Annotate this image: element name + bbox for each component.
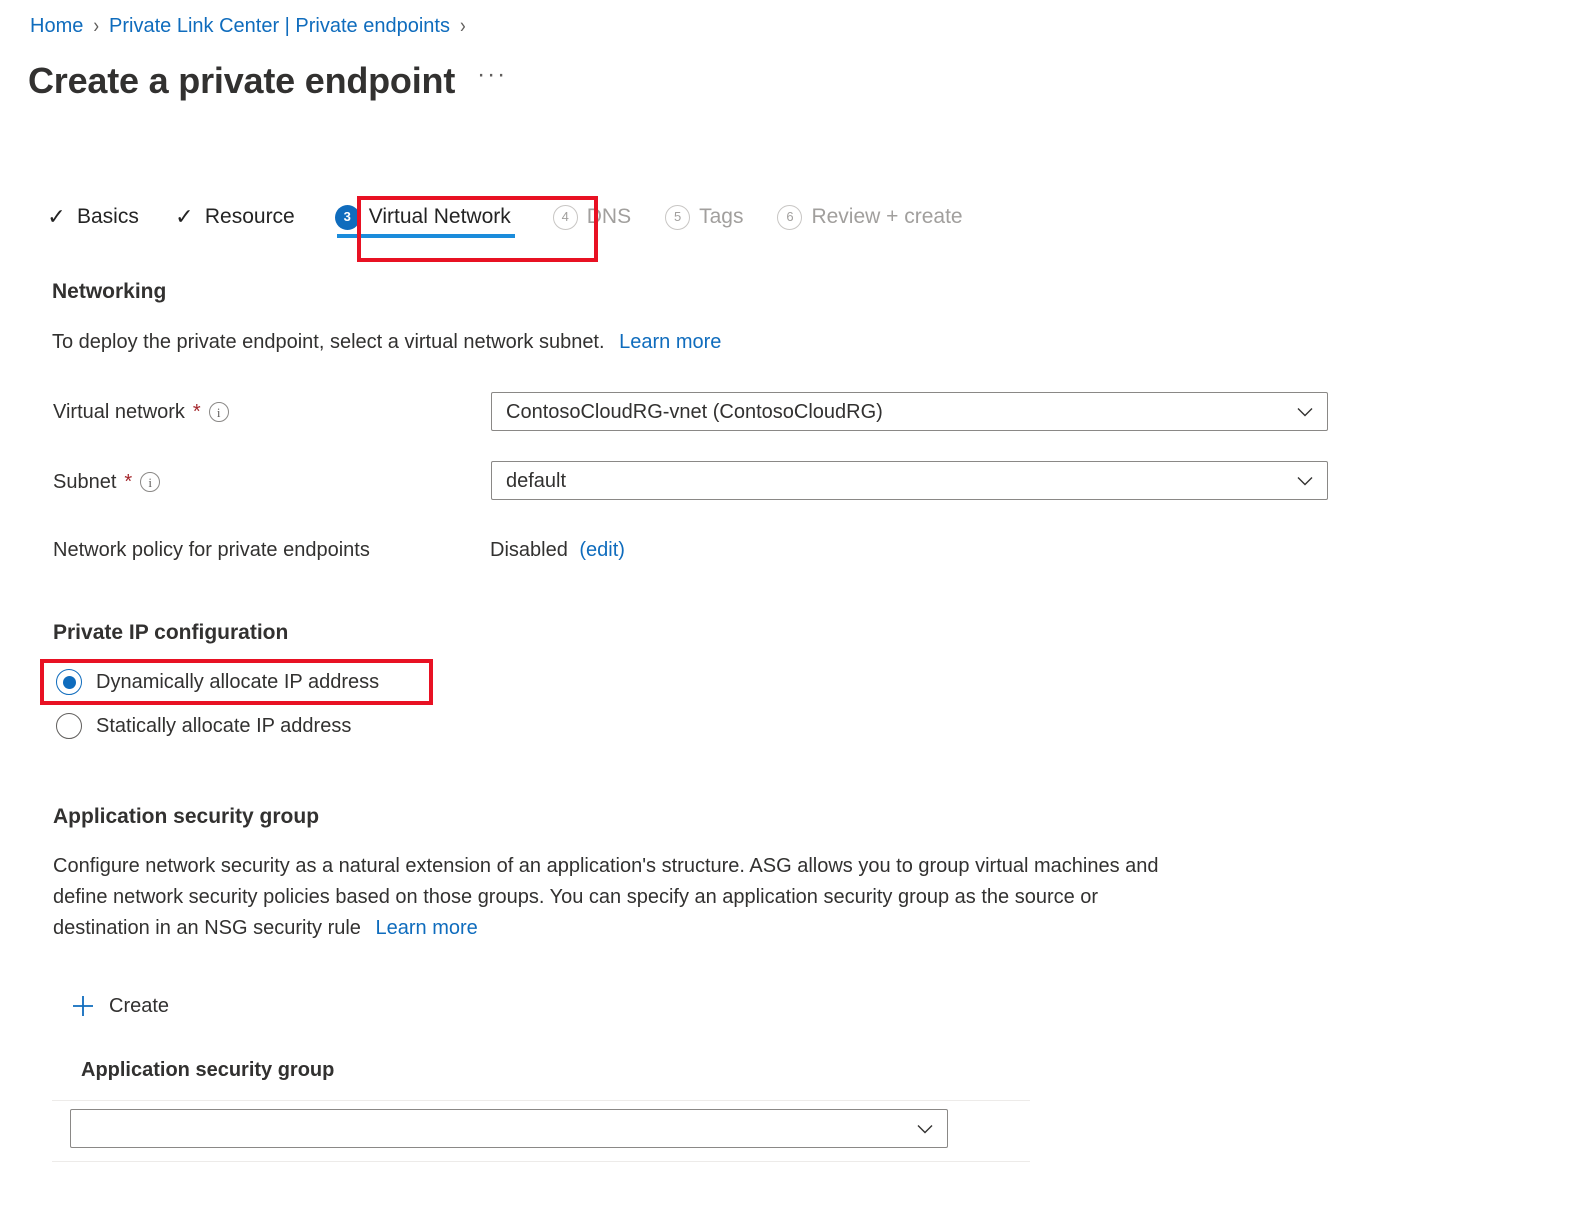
subnet-value: default	[506, 469, 567, 492]
tab-dns-label: DNS	[586, 205, 632, 228]
radio-statically-allocate-ip-label: Statically allocate IP address	[96, 715, 352, 737]
tab-review-create[interactable]: 6 Review + create	[777, 200, 963, 244]
chevron-down-icon	[915, 1119, 935, 1139]
asg-table-divider-bottom	[52, 1161, 1030, 1162]
check-icon: ✓	[47, 204, 66, 229]
breadcrumb: Home › Private Link Center | Private end…	[30, 14, 466, 38]
asg-column-header: Application security group	[81, 1059, 335, 1081]
tab-basics-label: Basics	[77, 205, 139, 228]
step-number-badge: 6	[777, 204, 803, 230]
virtual-network-value: ContosoCloudRG-vnet (ContosoCloudRG)	[506, 400, 883, 423]
asg-learn-more-link[interactable]: Learn more	[376, 917, 478, 939]
networking-learn-more-link[interactable]: Learn more	[619, 331, 721, 353]
networking-heading: Networking	[52, 280, 167, 303]
breadcrumb-item-private-link-center[interactable]: Private Link Center | Private endpoints	[109, 14, 450, 38]
network-policy-label-text: Network policy for private endpoints	[53, 539, 370, 561]
tab-virtual-network[interactable]: 3 Virtual Network	[334, 200, 515, 244]
asg-description-line-1: Configure network security as a natural …	[53, 855, 1159, 877]
tab-tags-label: Tags	[699, 205, 744, 228]
asg-description-line-3: destination in an NSG security rule Lear…	[53, 913, 1343, 944]
radio-button-unselected-icon	[56, 713, 82, 739]
step-number-badge: 4	[552, 204, 578, 230]
asg-create-button[interactable]: Create	[70, 993, 169, 1019]
page-header: Create a private endpoint ···	[28, 58, 507, 104]
subnet-label-text: Subnet	[53, 471, 117, 493]
required-indicator: *	[192, 401, 201, 423]
asg-selector-dropdown[interactable]	[70, 1109, 948, 1148]
networking-description-text: To deploy the private endpoint, select a…	[52, 331, 605, 353]
radio-dynamically-allocate-ip-label: Dynamically allocate IP address	[96, 671, 380, 693]
asg-description-line-2: define network security policies based o…	[53, 886, 1099, 908]
asg-table-divider-top	[52, 1100, 1030, 1101]
page-title: Create a private endpoint	[28, 60, 456, 101]
tab-review-create-label: Review + create	[811, 205, 963, 228]
network-policy-value-row: Disabled (edit)	[490, 537, 625, 563]
network-policy-value: Disabled	[490, 539, 568, 561]
network-policy-edit-link[interactable]: (edit)	[579, 539, 625, 561]
asg-description: Configure network security as a natural …	[53, 851, 1343, 944]
network-policy-label: Network policy for private endpoints	[53, 537, 370, 563]
breadcrumb-separator-icon: ›	[93, 13, 100, 38]
radio-statically-allocate-ip[interactable]: Statically allocate IP address	[56, 713, 351, 739]
tab-resource-label: Resource	[204, 205, 295, 228]
asg-description-line-3-text: destination in an NSG security rule	[53, 917, 361, 939]
step-number-badge: 3	[334, 204, 360, 230]
virtual-network-dropdown[interactable]: ContosoCloudRG-vnet (ContosoCloudRG)	[491, 392, 1328, 431]
private-ip-configuration-heading: Private IP configuration	[53, 621, 289, 644]
tab-dns[interactable]: 4 DNS	[552, 200, 632, 244]
tab-virtual-network-label: Virtual Network	[368, 205, 511, 228]
subnet-label: Subnet * i	[53, 469, 161, 495]
info-icon[interactable]: i	[140, 472, 161, 492]
step-number-badge: 5	[665, 204, 691, 230]
virtual-network-label: Virtual network * i	[53, 399, 229, 425]
tab-resource[interactable]: ✓ Resource	[173, 200, 295, 244]
tab-basics[interactable]: ✓ Basics	[45, 200, 139, 244]
breadcrumb-item-home[interactable]: Home	[30, 14, 83, 38]
info-icon[interactable]: i	[208, 402, 229, 422]
subnet-dropdown[interactable]: default	[491, 461, 1328, 500]
networking-description: To deploy the private endpoint, select a…	[52, 327, 721, 358]
chevron-down-icon	[1295, 402, 1315, 422]
check-icon: ✓	[175, 204, 194, 229]
application-security-group-heading: Application security group	[53, 805, 320, 828]
wizard-tabs: ✓ Basics ✓ Resource 3 Virtual Network 4 …	[45, 200, 997, 244]
active-tab-underline	[336, 234, 515, 238]
more-options-icon[interactable]: ···	[477, 61, 507, 101]
radio-button-selected-icon	[56, 669, 82, 695]
tab-tags[interactable]: 5 Tags	[665, 200, 743, 244]
virtual-network-label-text: Virtual network	[53, 401, 185, 423]
required-indicator: *	[124, 471, 133, 493]
plus-icon	[70, 993, 96, 1019]
create-private-endpoint-page: Home › Private Link Center | Private end…	[0, 0, 1575, 1219]
breadcrumb-separator-icon-2: ›	[459, 13, 466, 38]
radio-dynamically-allocate-ip[interactable]: Dynamically allocate IP address	[56, 669, 379, 695]
asg-create-label: Create	[109, 995, 170, 1017]
chevron-down-icon	[1295, 471, 1315, 491]
